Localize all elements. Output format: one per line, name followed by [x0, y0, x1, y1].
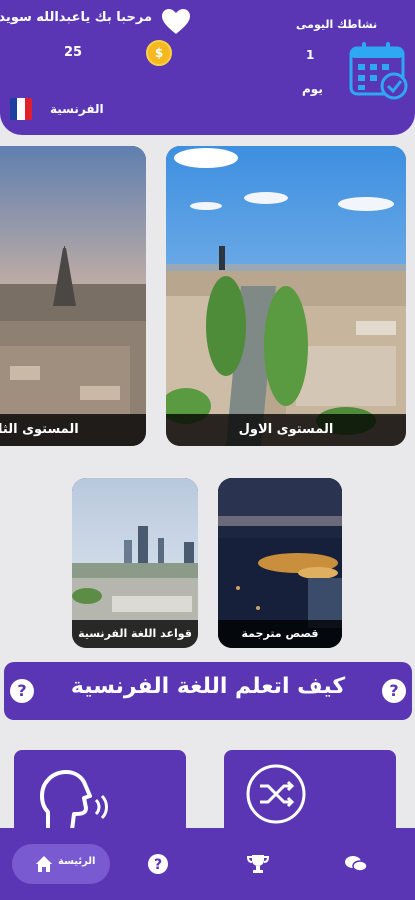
coins-count: 25 [64, 45, 83, 60]
nav-home-button[interactable]: الرئيسة [12, 844, 110, 884]
translated-stories-card[interactable]: قصص مترجمة [218, 478, 342, 648]
home-icon [36, 856, 52, 872]
nav-home-label: الرئيسة [58, 856, 96, 867]
help-left-icon[interactable]: ? [10, 679, 34, 703]
banner-title: كيف اتعلم اللغة الفرنسية [70, 674, 346, 699]
profile-header: مرحبا بك ياعبدالله سويد 25 $ الفرنسية نش… [0, 0, 415, 135]
level-1-card[interactable]: المستوى الاول [166, 146, 406, 446]
greeting-text: مرحبا بك ياعبدالله سويد [0, 10, 152, 25]
french-grammar-card[interactable]: قواعد اللغة الفرنسية [72, 478, 198, 648]
level-2-card[interactable]: المستوى الثاني [0, 146, 146, 446]
french-grammar-label: قواعد اللغة الفرنسية [72, 620, 198, 648]
language-label[interactable]: الفرنسية [50, 102, 104, 116]
chat-icon[interactable] [344, 852, 368, 876]
france-flag-icon[interactable] [10, 98, 32, 120]
help-right-icon[interactable]: ? [382, 679, 406, 703]
shuffle-icon [246, 764, 306, 824]
days-count: 1 [306, 48, 315, 62]
help-icon[interactable]: ? [146, 852, 170, 876]
paris-aerial-image [166, 146, 406, 446]
level-2-label: المستوى الثاني [0, 414, 146, 446]
paris-eiffel-image [0, 146, 146, 446]
level-1-label: المستوى الاول [166, 414, 406, 446]
calendar-icon[interactable] [348, 40, 410, 100]
translated-stories-label: قصص مترجمة [218, 620, 342, 648]
trophy-icon[interactable] [246, 852, 270, 876]
coin-icon: $ [146, 40, 172, 66]
svg-text:?: ? [154, 857, 162, 873]
heart-icon[interactable] [160, 6, 192, 38]
days-label: يوم [302, 82, 323, 96]
how-to-learn-banner[interactable]: ? كيف اتعلم اللغة الفرنسية ? [4, 662, 412, 720]
daily-activity-title: نشاطك اليومى [296, 18, 378, 31]
bottom-navigation: الرئيسة ? [0, 828, 415, 900]
